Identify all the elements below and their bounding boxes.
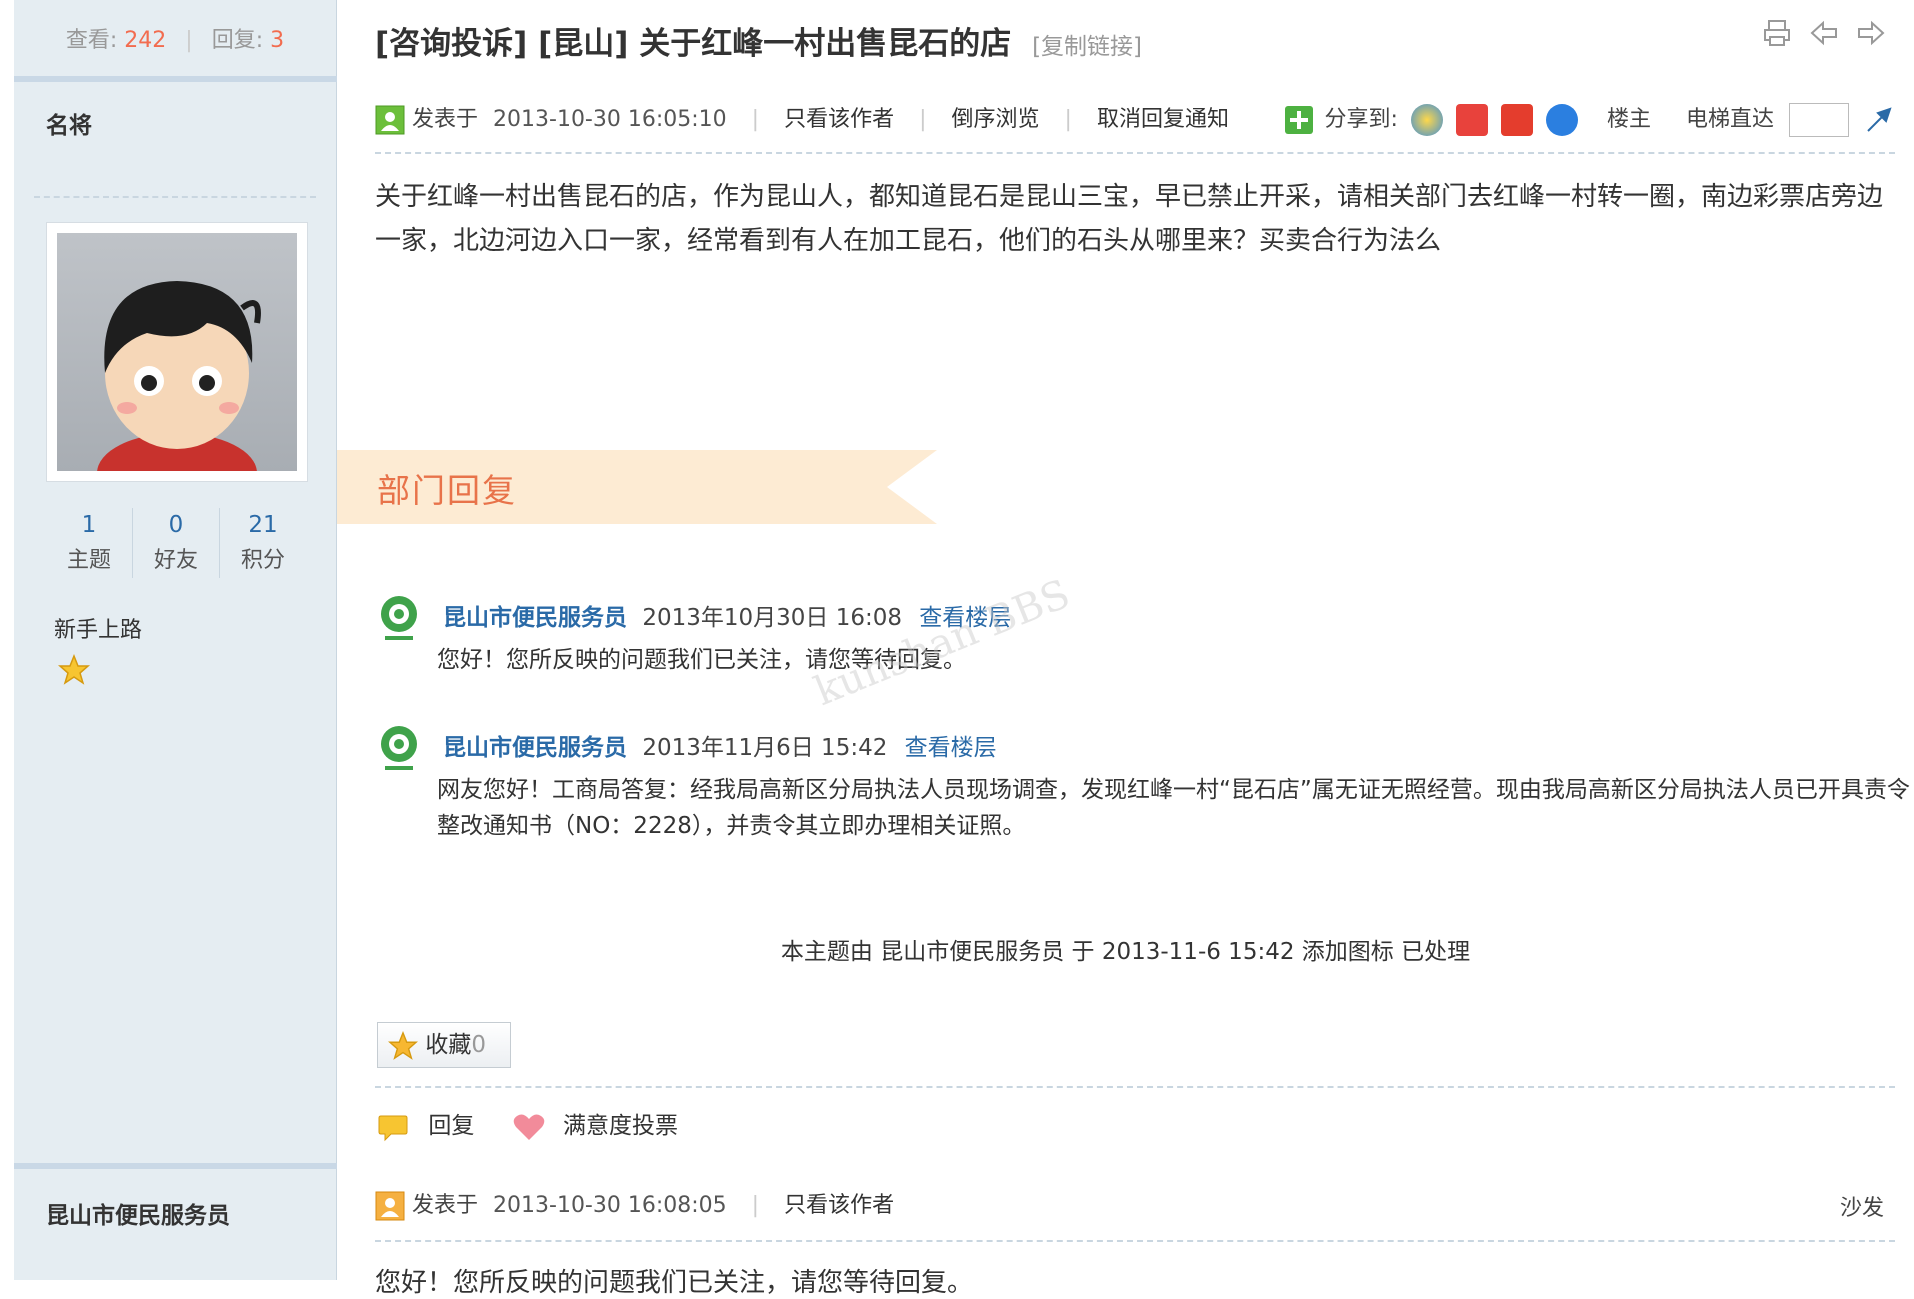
stat-topics[interactable]: 1 主题 (46, 508, 132, 574)
post2-content: 您好！您所反映的问题我们已关注，请您等待回复。 (375, 1268, 974, 1298)
posted-label: 发表于 (412, 107, 479, 132)
next-thread-icon[interactable] (1856, 18, 1886, 52)
replies-count: 3 (270, 28, 285, 53)
service-logo-icon (381, 726, 417, 770)
share-qzone-icon[interactable] (1410, 104, 1443, 136)
meta-separator: | (1064, 107, 1072, 132)
jump-go-icon[interactable] (1864, 105, 1894, 135)
print-icon[interactable] (1762, 18, 1792, 52)
meta-divider (375, 1240, 1895, 1242)
thread-title-text: [咨询投诉] [昆山] 关于红峰一村出售昆石的店 (375, 26, 1012, 62)
posted-label: 发表于 (412, 1193, 479, 1218)
stat-value: 1 (81, 512, 97, 538)
favorite-label: 收藏 (425, 1032, 472, 1058)
cancel-notify-link[interactable]: 取消回复通知 (1097, 107, 1229, 132)
reply-message: 网友您好！工商局答复：经我局高新区分局执法人员现场调查，发现红峰一村“昆石店”属… (437, 777, 1910, 839)
reply-author[interactable]: 昆山市便民服务员 (443, 605, 627, 631)
actions-divider (375, 1086, 1895, 1088)
avatar[interactable] (46, 222, 308, 482)
share-renren-icon[interactable] (1545, 104, 1578, 136)
stats-separator: | (185, 28, 193, 53)
reply-time: 2013年11月6日 15:42 (642, 735, 888, 761)
meta-separator: | (919, 107, 927, 132)
dept-reply-banner: 部门回复 (337, 450, 937, 524)
stat-label: 好友 (153, 548, 198, 573)
floor-number[interactable]: 沙发 (1840, 1190, 1884, 1222)
thread-stats: 查看: 242 | 回复: 3 (14, 22, 336, 54)
stat-value: 21 (248, 512, 278, 538)
star-icon (58, 654, 90, 685)
vote-action[interactable]: 满意度投票 (512, 1113, 678, 1140)
stat-friends[interactable]: 0 好友 (133, 508, 219, 574)
meta-divider (375, 152, 1895, 154)
only-author-link[interactable]: 只看该作者 (784, 107, 894, 132)
author-stats: 1 主题 0 好友 21 积分 (46, 508, 306, 578)
reply-action-label: 回复 (428, 1113, 475, 1139)
post1-meta: 发表于 2013-10-30 16:05:10 | 只看该作者 | 倒序浏览 |… (375, 102, 1229, 138)
user-rank: 新手上路 (54, 618, 143, 643)
elevator-label: 电梯直达 (1685, 107, 1774, 132)
post2-meta: 发表于 2013-10-30 16:08:05 | 只看该作者 (375, 1188, 894, 1224)
reply-message: 您好！您所反映的问题我们已关注，请您等待回复。 (437, 647, 966, 673)
meta-separator: | (751, 1193, 760, 1218)
left-gutter (0, 0, 15, 1280)
sidebar-divider (34, 196, 316, 198)
vote-action-label: 满意度投票 (562, 1113, 678, 1139)
thread-main: [咨询投诉] [昆山] 关于红峰一村出售昆石的店 [复制链接] 发表于 2013… (337, 0, 1914, 1298)
only-author-link[interactable]: 只看该作者 (784, 1193, 894, 1218)
author-sidebar: 查看: 242 | 回复: 3 名将 1 主题 0 好友 21 积分 新手上路 … (14, 0, 337, 1280)
reply-author[interactable]: 昆山市便民服务员 (443, 735, 627, 761)
floor-label: 楼主 (1606, 107, 1651, 132)
copy-link-button[interactable]: [复制链接] (1032, 34, 1142, 60)
share-weibo-icon[interactable] (1455, 104, 1488, 136)
post1-author-name[interactable]: 名将 (46, 106, 92, 140)
stat-points[interactable]: 21 积分 (220, 508, 306, 574)
stat-value: 0 (168, 512, 184, 538)
heart-icon (513, 1114, 544, 1140)
floor-jump-input[interactable] (1789, 103, 1849, 137)
service-logo-icon (381, 596, 417, 640)
views-count: 242 (124, 28, 167, 53)
moderation-notice: 本主题由 昆山市便民服务员 于 2013-11-6 15:42 添加图标 已处理 (780, 939, 1471, 965)
plus-icon[interactable] (1284, 105, 1314, 135)
view-floor-link[interactable]: 查看楼层 (905, 735, 997, 761)
reply-time: 2013年10月30日 16:08 (642, 605, 902, 631)
favorite-count: 0 (471, 1032, 486, 1058)
views-label: 查看: (65, 28, 118, 53)
reply-bubble-icon (378, 1115, 408, 1141)
share-tencent-icon[interactable] (1500, 104, 1533, 136)
favorite-button[interactable]: 收藏0 (377, 1022, 511, 1068)
stat-label: 积分 (240, 548, 285, 573)
avatar-image (57, 233, 297, 471)
dept-reply-title: 部门回复 (377, 471, 517, 510)
post-actions: 回复 满意度投票 (377, 1108, 708, 1144)
reverse-order-link[interactable]: 倒序浏览 (952, 107, 1040, 132)
stat-label: 主题 (66, 548, 111, 573)
reply-action[interactable]: 回复 (377, 1113, 482, 1141)
avatar-cartoon-icon (97, 281, 261, 471)
favorite-star-icon (388, 1030, 418, 1060)
post-date: 2013-10-30 16:05:10 (493, 107, 727, 132)
share-label: 分享到: (1324, 107, 1398, 132)
meta-separator: | (751, 107, 760, 132)
online-status-icon (375, 105, 405, 135)
prev-thread-icon[interactable] (1809, 18, 1839, 52)
post-date: 2013-10-30 16:08:05 (493, 1193, 727, 1218)
offline-status-icon (375, 1191, 405, 1221)
post2-author-name[interactable]: 昆山市便民服务员 (46, 1196, 230, 1230)
thread-title: [咨询投诉] [昆山] 关于红峰一村出售昆石的店 [复制链接] (375, 18, 1142, 63)
post1-content: 关于红峰一村出售昆石的店，作为昆山人，都知道昆石是昆山三宝，早已禁止开采，请相关… (375, 182, 1884, 256)
replies-label: 回复: (211, 28, 264, 53)
reply-header: 昆山市便民服务员 2013年11月6日 15:42 查看楼层 (443, 728, 997, 762)
share-and-floor: 分享到: 楼主 电梯直达 (1284, 102, 1894, 138)
top-tools (1750, 18, 1886, 52)
